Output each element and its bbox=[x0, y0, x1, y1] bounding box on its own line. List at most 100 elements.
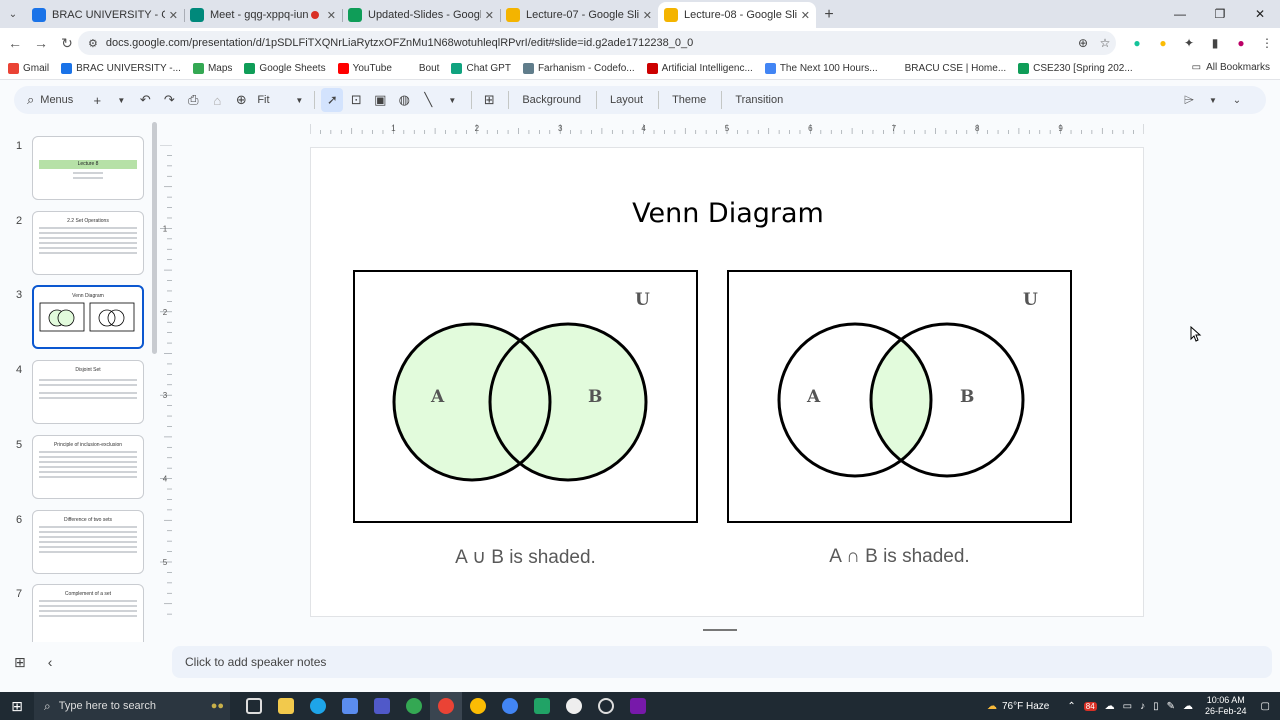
onenote-icon[interactable] bbox=[622, 692, 654, 720]
theme-button[interactable]: Theme bbox=[665, 88, 713, 112]
store-icon[interactable] bbox=[334, 692, 366, 720]
bookmark-item[interactable]: Chat GPT bbox=[451, 63, 511, 74]
notifications-icon[interactable]: ▢ bbox=[1261, 701, 1270, 712]
pen-icon[interactable]: ⌲ bbox=[1178, 88, 1200, 112]
more-menu-icon[interactable]: ⋮ bbox=[1254, 31, 1280, 55]
venn-intersection-box[interactable]: U A B bbox=[727, 270, 1072, 523]
slide-thumbnail[interactable]: Lecture 8 bbox=[32, 136, 144, 200]
close-icon[interactable]: ✕ bbox=[801, 9, 810, 22]
close-icon[interactable]: ✕ bbox=[643, 9, 652, 22]
reload-button[interactable]: ↻ bbox=[54, 30, 80, 56]
tab-search-icon[interactable]: ⌄ bbox=[0, 0, 26, 28]
slide-thumbnail[interactable]: Disjoint Set bbox=[32, 360, 144, 424]
weather-widget[interactable]: ☁ 76°F Haze bbox=[987, 701, 1049, 712]
thumbnail-row[interactable]: 4 Disjoint Set bbox=[0, 360, 150, 426]
thumbnail-row[interactable]: 5 Principle of inclusion-exclusion bbox=[0, 435, 150, 501]
chrome-icon[interactable] bbox=[430, 692, 462, 720]
bookmark-item[interactable]: Maps bbox=[192, 63, 232, 74]
bookmark-item[interactable]: Farhanism - Codefo... bbox=[522, 63, 635, 74]
file-explorer-icon[interactable] bbox=[270, 692, 302, 720]
grid-view-icon[interactable]: ⊞ bbox=[14, 654, 26, 671]
bookmark-item[interactable]: The Next 100 Hours... bbox=[764, 63, 878, 74]
transition-button[interactable]: Transition bbox=[728, 88, 790, 112]
close-icon[interactable]: ✕ bbox=[327, 9, 336, 22]
collapse-toolbar-icon[interactable]: ⌄ bbox=[1226, 88, 1248, 112]
chevron-down-icon[interactable]: ▼ bbox=[1202, 88, 1224, 112]
line-icon[interactable]: ╲ bbox=[417, 88, 439, 112]
union-caption[interactable]: A ∪ B is shaded. bbox=[353, 546, 698, 569]
minimize-button[interactable]: — bbox=[1160, 0, 1200, 28]
textbox-icon[interactable]: ⊡ bbox=[345, 88, 367, 112]
slide-thumbnail[interactable]: Difference of two sets bbox=[32, 510, 144, 574]
notes-resize-handle[interactable] bbox=[703, 629, 737, 631]
comment-icon[interactable]: ⊞ bbox=[478, 88, 500, 112]
chevron-up-icon[interactable]: ⌃ bbox=[1067, 701, 1075, 712]
onedrive-icon[interactable]: ☁ bbox=[1183, 701, 1193, 712]
browser-tab[interactable]: Lecture-07 - Google Slides ✕ bbox=[500, 2, 658, 28]
extensions-icon[interactable]: ✦ bbox=[1176, 31, 1202, 55]
bookmark-item[interactable]: CSE230 [Spring 202... bbox=[1018, 63, 1133, 74]
clock[interactable]: 10:06 AM 26-Feb-24 bbox=[1205, 695, 1247, 717]
collapse-filmstrip-icon[interactable]: ‹ bbox=[48, 654, 53, 671]
thumbnail-row[interactable]: 2 2.2 Set Operations bbox=[0, 211, 150, 277]
browser-tab[interactable]: BRAC UNIVERSITY - Calendar ✕ bbox=[26, 2, 184, 28]
maximize-button[interactable]: ❐ bbox=[1200, 0, 1240, 28]
zoom-icon[interactable]: ⊕ bbox=[1072, 36, 1094, 50]
browser-tab-active[interactable]: Lecture-08 - Google Slides ✕ bbox=[658, 2, 816, 28]
all-bookmarks-button[interactable]: ▭ All Bookmarks bbox=[1192, 62, 1270, 73]
chrome-icon[interactable] bbox=[462, 692, 494, 720]
new-slide-button[interactable]: + bbox=[86, 88, 108, 112]
bookmark-item[interactable]: YouTube bbox=[337, 63, 392, 74]
thumbnail-row-active[interactable]: 3 Venn Diagram bbox=[0, 285, 150, 351]
pen-icon[interactable]: ✎ bbox=[1167, 701, 1175, 712]
edge-icon[interactable] bbox=[302, 692, 334, 720]
background-button[interactable]: Background bbox=[515, 88, 588, 112]
redo-icon[interactable]: ↷ bbox=[158, 88, 180, 112]
lightbulb-icon[interactable]: ● bbox=[1150, 31, 1176, 55]
intersection-caption[interactable]: A ∩ B is shaded. bbox=[727, 546, 1072, 568]
bookmark-item[interactable]: BRAC UNIVERSITY -... bbox=[61, 63, 181, 74]
close-icon[interactable]: ✕ bbox=[169, 9, 178, 22]
undo-icon[interactable]: ↶ bbox=[134, 88, 156, 112]
forward-button[interactable]: → bbox=[28, 30, 54, 56]
grammarly-icon[interactable]: ● bbox=[1124, 31, 1150, 55]
shape-icon[interactable]: ◍ bbox=[393, 88, 415, 112]
url-input[interactable]: ⚙ docs.google.com/presentation/d/1pSDLFi… bbox=[78, 31, 1116, 55]
chevron-down-icon[interactable]: ▼ bbox=[110, 88, 132, 112]
thumbnail-row[interactable]: 7 Complement of a set bbox=[0, 584, 150, 642]
slide-canvas[interactable]: Venn Diagram U A B A ∪ B is shaded. U A … bbox=[310, 147, 1144, 617]
volume-icon[interactable]: ♪ bbox=[1140, 701, 1145, 712]
teams-icon[interactable] bbox=[366, 692, 398, 720]
close-icon[interactable]: ✕ bbox=[485, 9, 494, 22]
bookmark-item[interactable]: Artificial Intelligenc... bbox=[646, 63, 753, 74]
chevron-down-icon[interactable]: ▼ bbox=[441, 88, 463, 112]
slide-title[interactable]: Venn Diagram bbox=[311, 198, 1145, 229]
cloud-icon[interactable]: ☁ bbox=[1105, 701, 1115, 712]
paint-format-icon[interactable]: ⌂ bbox=[206, 88, 228, 112]
bookmark-item[interactable]: BRACU CSE | Home... bbox=[889, 63, 1006, 74]
site-info-icon[interactable]: ⚙ bbox=[88, 37, 98, 50]
new-tab-button[interactable]: + bbox=[816, 2, 842, 28]
zoom-select[interactable]: Fit ▼ bbox=[254, 88, 306, 112]
thumbnail-row[interactable]: 1 Lecture 8 bbox=[0, 136, 150, 202]
profile-avatar[interactable]: ● bbox=[1228, 31, 1254, 55]
select-tool-icon[interactable]: ➚ bbox=[321, 88, 344, 112]
zoom-icon[interactable]: ⊕ bbox=[230, 88, 252, 112]
venn-union-box[interactable]: U A B bbox=[353, 270, 698, 523]
bookmark-item[interactable]: Gmail bbox=[8, 63, 49, 74]
speaker-notes[interactable]: Click to add speaker notes bbox=[172, 646, 1272, 678]
bookmark-item[interactable]: Bout bbox=[403, 63, 439, 74]
media-icon[interactable] bbox=[558, 692, 590, 720]
menus-button[interactable]: ⌕ Menus bbox=[24, 88, 76, 112]
chrome-icon[interactable] bbox=[398, 692, 430, 720]
settings-icon[interactable] bbox=[590, 692, 622, 720]
slide-thumbnail[interactable]: 2.2 Set Operations bbox=[32, 211, 144, 275]
browser-tab[interactable]: Meet - gqg-xppq-iun ✕ bbox=[184, 2, 342, 28]
thumbnail-row[interactable]: 6 Difference of two sets bbox=[0, 510, 150, 576]
image-icon[interactable]: ▣ bbox=[369, 88, 391, 112]
spreadsheet-icon[interactable] bbox=[526, 692, 558, 720]
slide-thumbnail-active[interactable]: Venn Diagram bbox=[32, 285, 144, 349]
back-button[interactable]: ← bbox=[2, 30, 28, 56]
bookmark-star-icon[interactable]: ☆ bbox=[1094, 36, 1116, 50]
task-view-icon[interactable] bbox=[238, 692, 270, 720]
